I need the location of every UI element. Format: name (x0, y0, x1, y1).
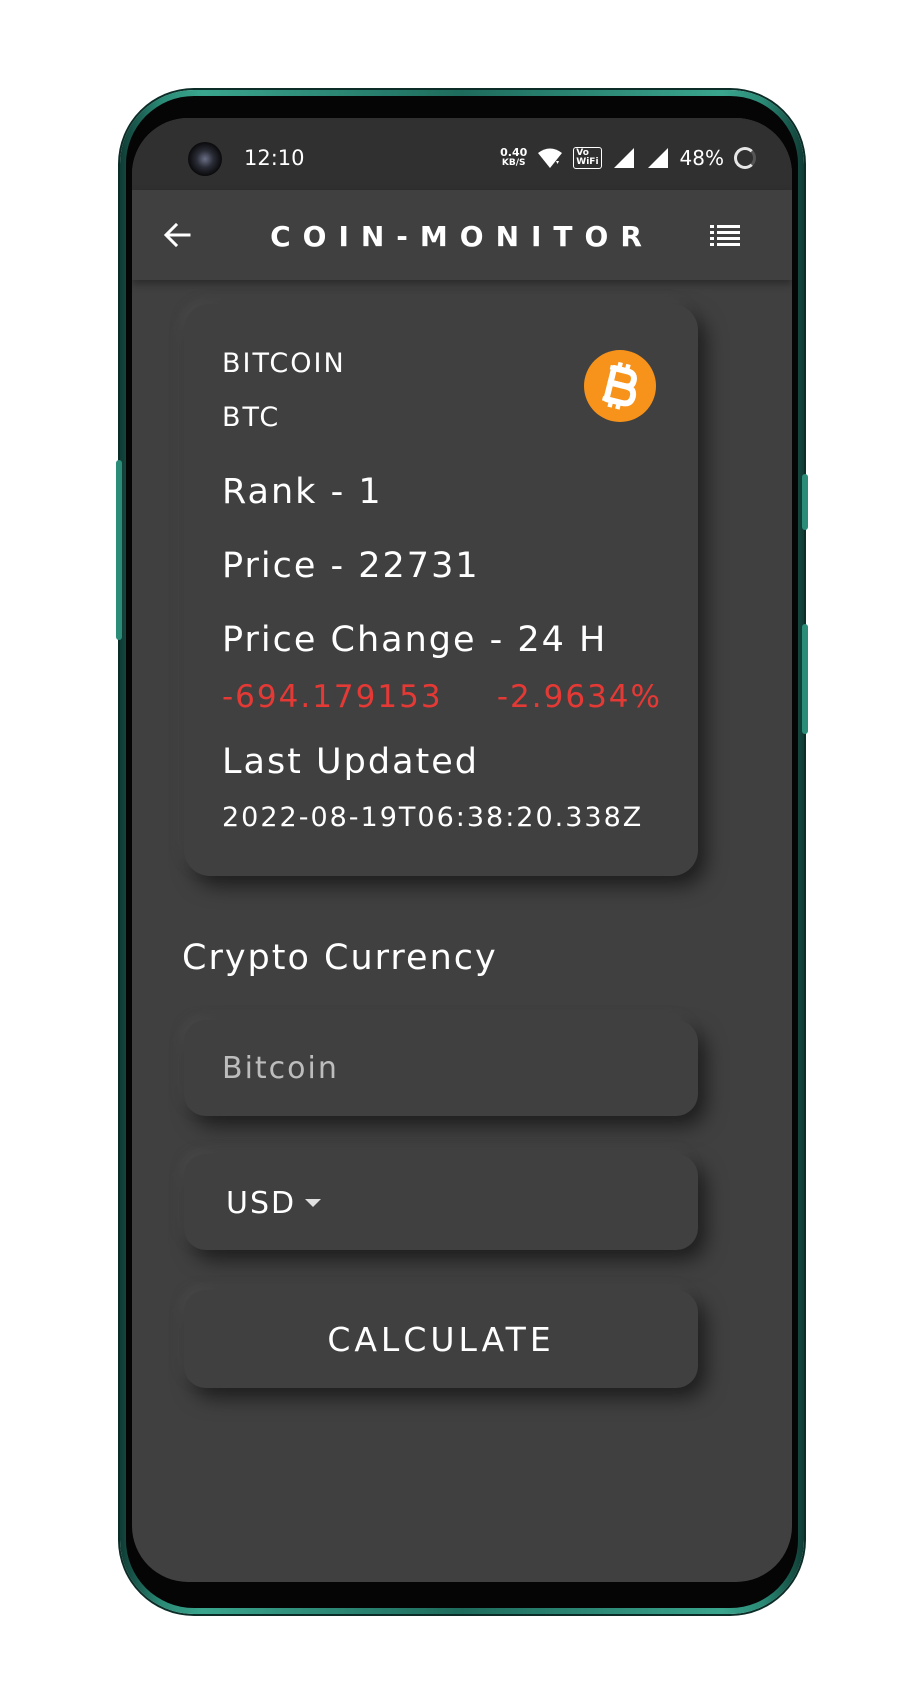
currency-selected-value: USD (226, 1186, 297, 1221)
list-menu-icon[interactable] (710, 223, 740, 247)
status-time: 12:10 (244, 146, 305, 170)
phone-right-button-bottom (802, 624, 808, 734)
app-title: COIN-MONITOR (270, 220, 654, 253)
network-speed: 0.40 KB/S (500, 146, 528, 168)
app-bar: COIN-MONITOR (132, 190, 792, 280)
network-speed-unit: KB/S (501, 158, 526, 168)
network-speed-value: 0.40 (500, 146, 528, 159)
wifi-icon (538, 148, 563, 168)
battery-icon (734, 147, 756, 169)
last-updated-label: Last Updated (222, 742, 480, 782)
status-icons: 0.40 KB/S Vo WiFi 48% (500, 142, 756, 174)
vowifi-icon: Vo WiFi (573, 147, 602, 169)
coin-price: Price - 22731 (222, 546, 480, 586)
price-change-absolute: -694.179153 (222, 679, 443, 715)
coin-rank: Rank - 1 (222, 472, 383, 512)
calculate-button-label: CALCULATE (327, 1320, 555, 1359)
calculate-button[interactable]: CALCULATE (184, 1290, 698, 1388)
signal-icon-2 (647, 148, 668, 168)
last-updated-value: 2022-08-19T06:38:20.338Z (222, 802, 644, 833)
coin-symbol: BTC (222, 402, 281, 433)
coin-info-card: BITCOIN BTC Rank - 1 Price - 22731 Price… (184, 304, 698, 876)
price-change-percent: -2.9634% (496, 679, 662, 715)
crypto-currency-label: Crypto Currency (182, 938, 498, 978)
signal-icon (613, 148, 634, 168)
front-camera (188, 142, 222, 176)
phone-right-button-top (802, 474, 808, 530)
battery-percentage: 48% (679, 146, 724, 170)
crypto-currency-input[interactable] (184, 1020, 698, 1116)
bitcoin-logo-icon (584, 350, 656, 422)
price-change-label: Price Change - 24 H (222, 620, 608, 660)
phone-left-button (116, 460, 122, 640)
dropdown-arrow-icon (305, 1199, 321, 1207)
status-bar: 12:10 0.40 KB/S Vo WiFi 48% (132, 118, 792, 190)
currency-dropdown[interactable]: USD (184, 1154, 698, 1250)
coin-name: BITCOIN (222, 348, 346, 379)
phone-screen: 12:10 0.40 KB/S Vo WiFi 48% COIN-MONITOR… (132, 118, 792, 1582)
